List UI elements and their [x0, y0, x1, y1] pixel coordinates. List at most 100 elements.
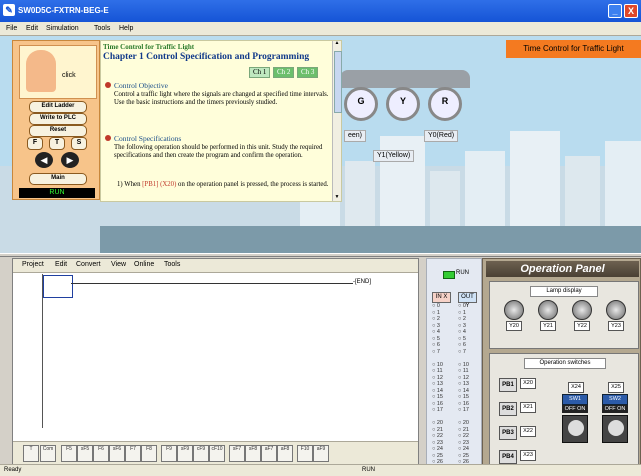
output-header: OUT Y	[458, 292, 477, 309]
menu-edit[interactable]: Edit	[26, 25, 38, 32]
input-point: ○ 17	[432, 407, 443, 413]
minimize-button[interactable]: _	[608, 4, 622, 18]
lamp-y23	[606, 300, 626, 320]
ladder-menu-project[interactable]: Project	[22, 261, 44, 268]
menu-tools[interactable]: Tools	[94, 25, 110, 32]
ladder-menu-edit[interactable]: Edit	[55, 261, 67, 268]
toolbar-button[interactable]: F10	[297, 445, 313, 462]
control-panel: click Edit Ladder Write to PLC Reset F T…	[12, 40, 100, 200]
input-point: ○ 22	[432, 433, 443, 439]
io-monitor: RUN IN X OUT Y ○ 0 ○ 1 ○ 2 ○ 3 ○ 4 ○ 5 ○ 6 ○ 7 …	[426, 258, 482, 472]
lesson-scrollbar[interactable]: ▲ ▼	[332, 41, 342, 201]
output-point: ○ 11	[458, 368, 469, 374]
output-point: ○ 17	[458, 407, 469, 413]
tab-ch3[interactable]: Ch 3	[297, 67, 319, 78]
traffic-light: G Y R	[340, 70, 470, 121]
tab-ch1[interactable]: Ch 1	[249, 67, 271, 78]
sw1-off-label: OFF	[564, 406, 576, 412]
operation-panel-title: Operation Panel	[486, 261, 639, 277]
s-button[interactable]: S	[71, 137, 87, 150]
click-label: click	[62, 72, 76, 79]
prev-page-icon[interactable]: ◀	[35, 152, 53, 168]
run-status: RUN	[19, 188, 95, 198]
toolbar-button[interactable]: aF7	[261, 445, 277, 462]
next-page-icon[interactable]: ▶	[61, 152, 79, 168]
sw2-knob-icon[interactable]	[602, 415, 628, 443]
course-title: Time Control for Traffic Light	[103, 43, 195, 51]
toolbar-button[interactable]: Com	[40, 445, 56, 462]
toolbar-button[interactable]: cF10	[209, 445, 225, 462]
input-point: ○ 20	[432, 420, 443, 426]
menu-help[interactable]: Help	[119, 25, 133, 32]
sw2-switch[interactable]: SW2 OFF ON	[602, 394, 628, 443]
menu-file[interactable]: File	[6, 25, 17, 32]
toolbar-button[interactable]: F5	[61, 445, 77, 462]
chapter-title: Chapter 1 Control Specification and Prog…	[103, 52, 310, 62]
green-label: een)	[344, 130, 367, 142]
pb1-button[interactable]: PB1	[499, 378, 517, 392]
tab-ch2[interactable]: Ch 2	[273, 67, 295, 78]
lamp-display-title: Lamp display	[530, 286, 598, 297]
toolbar-button[interactable]: sF8	[245, 445, 261, 462]
pane-splitter[interactable]	[0, 253, 641, 257]
pb3-button[interactable]: PB3	[499, 426, 517, 440]
x23-label: X23	[520, 450, 536, 461]
output-list: ○ 0 ○ 1 ○ 2 ○ 3 ○ 4 ○ 5 ○ 6 ○ 7 ○ 10 ○ 11 ○ 12 ○ 1…	[458, 303, 469, 472]
step-1-pre: 1) When	[117, 181, 143, 188]
ladder-cursor[interactable]	[43, 275, 73, 298]
toolbar-button[interactable]: cF9	[193, 445, 209, 462]
sw1-switch[interactable]: SW1 OFF ON	[562, 394, 588, 443]
reset-button[interactable]: Reset	[29, 125, 87, 137]
ladder-menu-convert[interactable]: Convert	[76, 261, 101, 268]
scroll-thumb[interactable]	[334, 51, 342, 113]
toolbar-button[interactable]: F8	[141, 445, 157, 462]
edit-ladder-button[interactable]: Edit Ladder	[29, 101, 87, 113]
title-bar: ✎ SW0D5C-FXTRN-BEG-E _ X	[0, 0, 641, 22]
input-point: ○ 11	[432, 368, 443, 374]
close-button[interactable]: X	[624, 4, 638, 18]
toolbar-button[interactable]: aF9	[313, 445, 329, 462]
toolbar-button[interactable]: F9	[161, 445, 177, 462]
objective-body: Control a traffic light where the signal…	[114, 91, 329, 106]
run-led	[443, 271, 455, 279]
ladder-menu-online[interactable]: Online	[134, 261, 154, 268]
lamp-display-group: Lamp display Y20 Y21 Y22 Y23	[489, 281, 639, 349]
lamp-y22	[572, 300, 592, 320]
app-icon: ✎	[3, 4, 15, 16]
sw2-off-on: OFF ON	[602, 405, 628, 413]
lesson-panel: Time Control for Traffic Light Chapter 1…	[100, 40, 342, 202]
write-to-plc-button[interactable]: Write to PLC	[29, 113, 87, 125]
course-banner: Time Control for Traffic Light	[506, 40, 641, 58]
instructor-picture[interactable]: click	[19, 45, 97, 99]
pb4-button[interactable]: PB4	[499, 450, 517, 464]
main-button[interactable]: Main	[29, 173, 87, 185]
f-button[interactable]: F	[27, 137, 43, 150]
t-button[interactable]: T	[49, 137, 65, 150]
yellow-lamp: Y	[386, 87, 420, 121]
ladder-editor: Project Edit Convert View Online Tools -…	[12, 258, 419, 464]
toolbar-button[interactable]: F7	[125, 445, 141, 462]
ladder-menu-view[interactable]: View	[111, 261, 126, 268]
x20-label: X20	[520, 378, 536, 389]
step-1-post: on the operation panel is pressed, the p…	[176, 181, 329, 188]
toolbar-button[interactable]: sF9	[177, 445, 193, 462]
toolbar-button[interactable]: aF8	[277, 445, 293, 462]
toolbar-button[interactable]: F6	[93, 445, 109, 462]
scroll-up-icon[interactable]: ▲	[334, 41, 340, 47]
scroll-down-icon[interactable]: ▼	[334, 195, 340, 201]
operation-switches-title: Operation switches	[524, 358, 606, 369]
menu-simulation[interactable]: Simulation	[46, 25, 79, 32]
input-list: ○ 0 ○ 1 ○ 2 ○ 3 ○ 4 ○ 5 ○ 6 ○ 7 ○ 10 ○ 11 ○ 12 ○ 1…	[432, 303, 443, 472]
toolbar-button[interactable]: sF5	[77, 445, 93, 462]
sw1-knob-icon[interactable]	[562, 415, 588, 443]
pb2-button[interactable]: PB2	[499, 402, 517, 416]
lamp-y22-label: Y22	[574, 321, 590, 331]
ladder-menu-tools[interactable]: Tools	[164, 261, 180, 268]
toolbar-button[interactable]: T	[23, 445, 39, 462]
spec-body: The following operation should be perfor…	[114, 144, 323, 159]
toolbar-button[interactable]: sF7	[229, 445, 245, 462]
toolbar-button[interactable]: sF6	[109, 445, 125, 462]
sw2-on-label: ON	[617, 406, 626, 412]
sw2-off-label: OFF	[604, 406, 616, 412]
status-bar: Ready RUN	[0, 464, 641, 476]
